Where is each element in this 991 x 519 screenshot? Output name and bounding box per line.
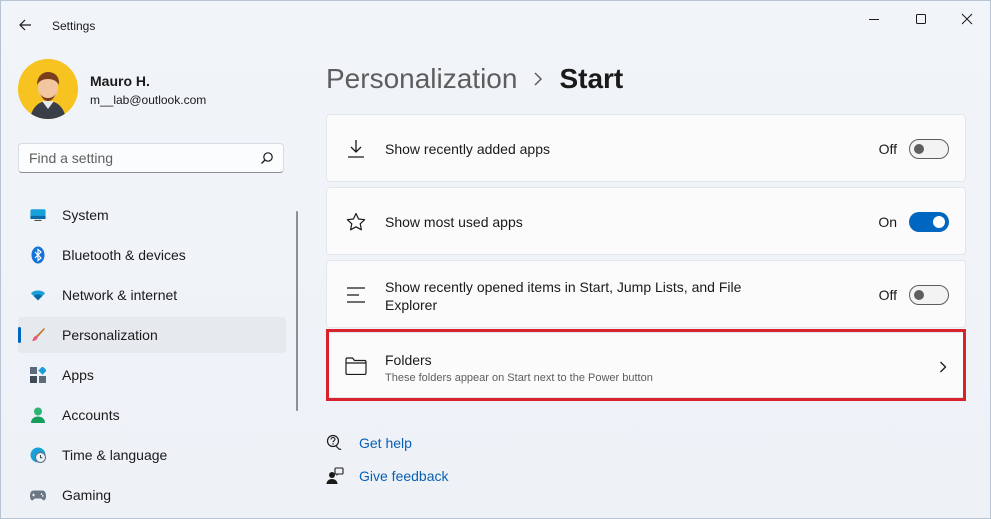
sidebar-item-time-language[interactable]: Time & language	[18, 437, 286, 473]
recently-added-toggle[interactable]	[909, 139, 949, 159]
clock-globe-icon	[30, 447, 46, 463]
monitor-icon	[30, 207, 46, 223]
sidebar-item-network[interactable]: Network & internet	[18, 277, 286, 313]
avatar[interactable]	[18, 59, 78, 119]
sidebar-item-label: Apps	[62, 367, 94, 383]
sidebar-item-label: Personalization	[62, 327, 158, 343]
sidebar-item-system[interactable]: System	[18, 197, 286, 233]
toggle-state-label: Off	[878, 287, 897, 303]
user-email: m__lab@outlook.com	[90, 93, 207, 107]
toggle-state-label: Off	[878, 141, 897, 157]
toggle-knob	[914, 144, 924, 154]
sidebar-scrollbar[interactable]	[296, 211, 298, 411]
user-name: Mauro H.	[90, 73, 150, 89]
breadcrumb: Personalization Start	[326, 59, 623, 99]
give-feedback-label[interactable]: Give feedback	[359, 468, 449, 484]
wifi-icon	[30, 287, 46, 303]
back-arrow-icon	[19, 19, 31, 31]
close-button[interactable]	[947, 7, 987, 31]
sidebar-item-accounts[interactable]: Accounts	[18, 397, 286, 433]
search-icon[interactable]	[260, 151, 274, 165]
get-help-label[interactable]: Get help	[359, 435, 412, 451]
sidebar-item-apps[interactable]: Apps	[18, 357, 286, 393]
sidebar-nav: System Bluetooth & devices Network & int…	[18, 197, 286, 517]
setting-label: Show recently opened items in Start, Jum…	[385, 279, 742, 313]
bluetooth-icon	[30, 246, 46, 264]
app-title: Settings	[52, 19, 96, 33]
chevron-right-icon	[533, 72, 543, 86]
back-button[interactable]	[11, 11, 39, 39]
minimize-button[interactable]	[854, 7, 894, 31]
help-icon	[326, 434, 344, 452]
list-icon	[345, 284, 367, 306]
breadcrumb-parent[interactable]: Personalization	[326, 63, 517, 95]
toggle-state-label: On	[878, 214, 897, 230]
sidebar-item-bluetooth[interactable]: Bluetooth & devices	[18, 237, 286, 273]
sidebar-item-label: Gaming	[62, 487, 112, 503]
maximize-button[interactable]	[901, 7, 941, 31]
toggle-knob	[933, 216, 945, 228]
sidebar-item-label: Accounts	[62, 407, 120, 423]
sidebar-item-label: Time & language	[62, 447, 168, 463]
sidebar-item-label: Bluetooth & devices	[62, 247, 186, 263]
download-icon	[345, 138, 367, 160]
minimize-icon	[869, 19, 879, 20]
highlight-box	[326, 329, 966, 401]
get-help-link[interactable]: Get help	[326, 434, 412, 452]
most-used-toggle[interactable]	[909, 212, 949, 232]
title-bar: Settings	[1, 1, 990, 45]
sidebar-item-label: Network & internet	[62, 287, 178, 303]
close-icon	[961, 13, 973, 25]
search-box[interactable]	[18, 143, 284, 173]
setting-label: Show recently added apps	[385, 141, 550, 157]
maximize-icon	[916, 14, 926, 24]
setting-label: Show most used apps	[385, 214, 523, 230]
setting-card-most-used: Show most used apps On	[326, 187, 966, 255]
apps-icon	[30, 367, 46, 383]
sidebar-item-personalization[interactable]: Personalization	[18, 317, 286, 353]
setting-card-recently-opened: Show recently opened items in Start, Jum…	[326, 260, 966, 328]
sidebar-item-label: System	[62, 207, 109, 223]
brush-icon	[30, 327, 46, 343]
sidebar-item-gaming[interactable]: Gaming	[18, 477, 286, 513]
recently-opened-toggle[interactable]	[909, 285, 949, 305]
user-avatar-icon	[18, 59, 78, 119]
give-feedback-link[interactable]: Give feedback	[326, 467, 449, 485]
gamepad-icon	[30, 487, 46, 503]
search-input[interactable]	[29, 150, 249, 166]
feedback-icon	[326, 467, 344, 485]
star-icon	[345, 211, 367, 233]
person-icon	[30, 407, 46, 423]
setting-card-recently-added: Show recently added apps Off	[326, 114, 966, 182]
settings-window: Settings Mauro H. m__lab@outlook.com Fin…	[0, 0, 991, 519]
toggle-knob	[914, 290, 924, 300]
page-title: Start	[559, 63, 624, 94]
